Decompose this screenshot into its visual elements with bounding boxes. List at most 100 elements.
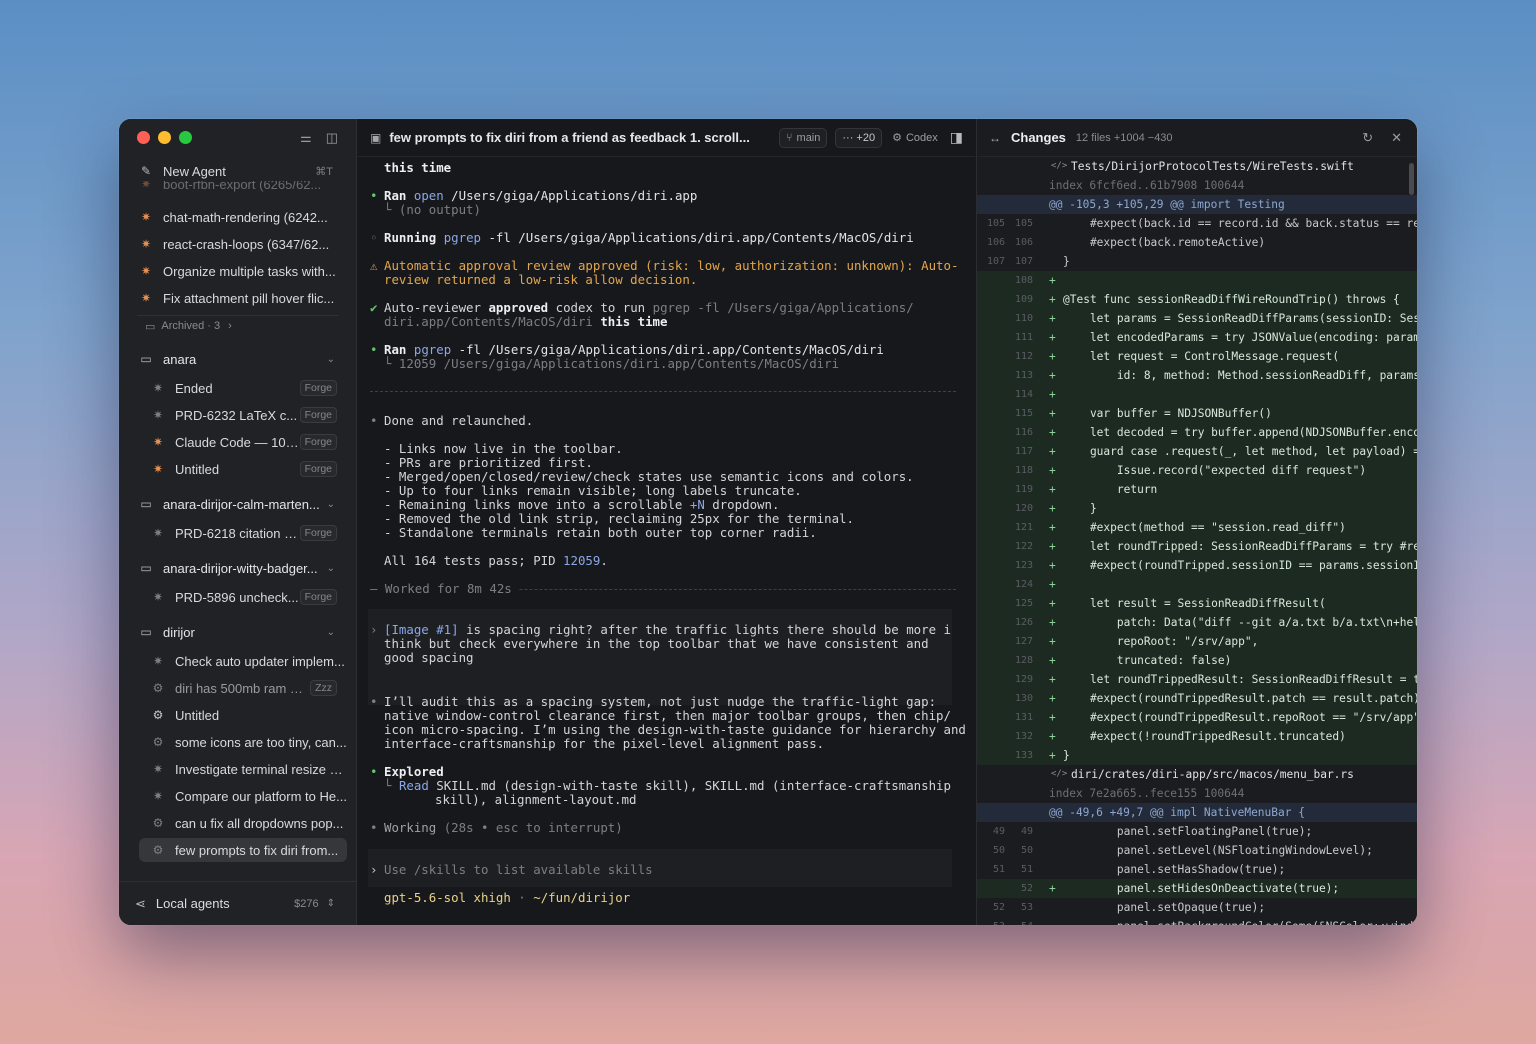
minimize-window-button[interactable] bbox=[158, 131, 171, 144]
diff-hunk-header: @@ -49,6 +49,7 @@ impl NativeMenuBar { bbox=[977, 803, 1417, 822]
split-pane-icon[interactable]: ◨ bbox=[950, 129, 963, 146]
diff-line: 108 + bbox=[977, 271, 1417, 290]
zoom-window-button[interactable] bbox=[179, 131, 192, 144]
diff-file-header[interactable]: </> diri/crates/diri-app/src/macos/menu_b… bbox=[977, 765, 1417, 784]
source-badge: Forge bbox=[299, 589, 337, 605]
sparkle-icon: ✷ bbox=[140, 237, 152, 251]
list-item[interactable]: ✷ boot-rfbn-export (6265/62... bbox=[127, 181, 347, 199]
folder-icon: ▭ bbox=[140, 497, 152, 511]
sparkle-icon: ✷ bbox=[152, 462, 164, 476]
diff-hunk-header: @@ -105,3 +105,29 @@ import Testing bbox=[977, 195, 1417, 214]
folder-icon: ▭ bbox=[140, 352, 152, 366]
list-item[interactable]: ✷ Claude Code — 10:2... Forge bbox=[139, 430, 347, 454]
chevron-down-icon: ⌄ bbox=[326, 498, 335, 510]
diff-line: 52 + panel.setHidesOnDeactivate(true); bbox=[977, 879, 1417, 898]
diff-line: 109 + @Test func sessionReadDiffWireRoundT… bbox=[977, 290, 1417, 309]
composer-input[interactable]: Use /skills to list available skills bbox=[384, 863, 653, 877]
diff-file-header[interactable]: </> Tests/DirijorProtocolTests/WireTests.… bbox=[977, 157, 1417, 176]
sliders-icon[interactable]: ⚌ bbox=[300, 130, 312, 146]
close-icon[interactable]: ✕ bbox=[1391, 130, 1402, 146]
list-item[interactable]: ⚙ can u fix all dropdowns pop... bbox=[139, 811, 347, 835]
diff-line: 122 + let roundTripped: SessionReadDiffPa… bbox=[977, 537, 1417, 556]
diff-line: 125 + let result = SessionReadDiffResult( bbox=[977, 594, 1417, 613]
project-group-2[interactable]: ▭ anara-dirijor-witty-badger... ⌄ bbox=[127, 556, 347, 580]
list-item[interactable]: ✷ Investigate terminal resize b... bbox=[139, 757, 347, 781]
list-item[interactable]: ⚙ few prompts to fix diri from... bbox=[139, 838, 347, 862]
list-item[interactable]: ✷ chat-math-rendering (6242... bbox=[127, 205, 347, 229]
app-window: ⚌ ◫ ✎ New Agent ⌘T ✷ boot-rfbn-export (6… bbox=[119, 119, 1417, 925]
list-item[interactable]: ✷ PRD-6218 citation s... Forge bbox=[139, 521, 347, 545]
source-badge: Forge bbox=[299, 407, 337, 423]
agent-selector[interactable]: ⚙ Codex bbox=[892, 131, 938, 144]
openai-icon: ⚙ bbox=[152, 735, 164, 749]
refresh-icon[interactable]: ↻ bbox=[1362, 130, 1373, 146]
sparkle-icon: ✷ bbox=[140, 291, 152, 305]
list-item[interactable]: ✷ Compare our platform to He... bbox=[139, 784, 347, 808]
list-item[interactable]: ✷ Ended Forge bbox=[139, 376, 347, 400]
source-badge: Zzz bbox=[310, 680, 337, 696]
list-item[interactable]: ⚙ some icons are too tiny, can... bbox=[139, 730, 347, 754]
diff-view: </> Tests/DirijorProtocolTests/WireTests.… bbox=[977, 157, 1417, 925]
diff-line: 111 + let encodedParams = try JSONValue(e… bbox=[977, 328, 1417, 347]
traffic-lights bbox=[137, 131, 192, 144]
list-item[interactable]: ⚙ Untitled bbox=[139, 703, 347, 727]
more-links-chip[interactable]: ··· +20 bbox=[835, 127, 883, 148]
prompt-caret-icon: › bbox=[370, 862, 378, 877]
openai-icon: ⚙ bbox=[152, 816, 164, 830]
code-icon: </> bbox=[1051, 769, 1068, 779]
close-window-button[interactable] bbox=[137, 131, 150, 144]
warning-icon: ⚠ bbox=[370, 258, 378, 273]
diff-line: 115 + var buffer = NDJSONBuffer() bbox=[977, 404, 1417, 423]
changes-pane: ↔ Changes 12 files +1004 −430 ↻ ✕ </> Tes… bbox=[976, 119, 1417, 925]
sparkle-icon: ✷ bbox=[140, 210, 152, 224]
list-item[interactable]: ✷ react-crash-loops (6347/62... bbox=[127, 232, 347, 256]
list-item[interactable]: ⚙ diri has 500mb ram us... Zzz bbox=[139, 676, 347, 700]
diff-line: 130 + #expect(roundTrippedResult.patch ==… bbox=[977, 689, 1417, 708]
compose-icon: ✎ bbox=[140, 164, 152, 178]
list-item[interactable]: ✷ Organize multiple tasks with... bbox=[127, 259, 347, 283]
bullet: • bbox=[370, 694, 378, 709]
diff-arrows-icon: ↔ bbox=[989, 130, 1001, 145]
folder-icon: ▭ bbox=[140, 561, 152, 575]
branch-chip[interactable]: ⑂ main bbox=[778, 127, 828, 148]
diff-line: 114 + bbox=[977, 385, 1417, 404]
list-item[interactable]: ✷ PRD-5896 uncheck... Forge bbox=[139, 585, 347, 609]
divider bbox=[137, 315, 339, 316]
sparkle-icon: ✷ bbox=[140, 181, 152, 191]
list-item[interactable]: ✷ PRD-6232 LaTeX c... Forge bbox=[139, 403, 347, 427]
sparkle-icon: ✷ bbox=[152, 381, 164, 395]
bullet: • bbox=[370, 764, 378, 779]
divider bbox=[370, 391, 956, 392]
sparkle-icon: ✷ bbox=[152, 435, 164, 449]
sidebar: ⚌ ◫ ✎ New Agent ⌘T ✷ boot-rfbn-export (6… bbox=[119, 119, 357, 925]
local-agents-footer[interactable]: ⋖ Local agents $276 ⇕ bbox=[119, 881, 357, 925]
list-item[interactable]: ✷ Check auto updater implem... bbox=[139, 649, 347, 673]
sparkle-icon: ✷ bbox=[152, 526, 164, 540]
code-icon: </> bbox=[1051, 161, 1068, 171]
diff-index-line: index 6fcf6ed..61b7908 100644 bbox=[1049, 179, 1245, 192]
diff-line: 132 + #expect(!roundTrippedResult.truncat… bbox=[977, 727, 1417, 746]
project-group-0[interactable]: ▭ anara ⌄ bbox=[127, 347, 347, 371]
sparkle-icon: ✷ bbox=[140, 264, 152, 278]
project-group-3[interactable]: ▭ dirijor ⌄ bbox=[127, 620, 347, 644]
sparkle-icon: ✷ bbox=[152, 590, 164, 604]
diff-line: 50 50 panel.setLevel(NSFloatingWindowLeve… bbox=[992, 844, 1373, 857]
diff-line: 49 49 panel.setFloatingPanel(true); bbox=[992, 825, 1313, 838]
diff-line: 107 107 } bbox=[986, 255, 1070, 268]
archived-toggle[interactable]: ▭ Archived · 3 › bbox=[127, 316, 347, 336]
bullet: • bbox=[370, 820, 378, 835]
list-item[interactable]: ✷ Fix attachment pill hover flic... bbox=[127, 286, 347, 310]
new-agent-button[interactable]: ✎ New Agent ⌘T bbox=[127, 159, 347, 183]
source-badge: Forge bbox=[299, 461, 337, 477]
chevron-right-icon: › bbox=[228, 320, 232, 332]
diff-line: 133 +} bbox=[977, 746, 1417, 765]
share-nodes-icon: ⋖ bbox=[135, 895, 146, 911]
diff-line: 126 + patch: Data("diff --git a/a.txt b/a… bbox=[977, 613, 1417, 632]
scrollbar[interactable] bbox=[1409, 163, 1414, 195]
openai-icon: ⚙ bbox=[892, 132, 902, 144]
sidebar-toggle-icon[interactable]: ◫ bbox=[326, 130, 338, 146]
diff-line: 129 + let roundTrippedResult: SessionRead… bbox=[977, 670, 1417, 689]
project-group-1[interactable]: ▭ anara-dirijor-calm-marten... ⌄ bbox=[127, 492, 347, 516]
changes-header: ↔ Changes 12 files +1004 −430 ↻ ✕ bbox=[977, 119, 1417, 157]
list-item[interactable]: ✷ Untitled Forge bbox=[139, 457, 347, 481]
